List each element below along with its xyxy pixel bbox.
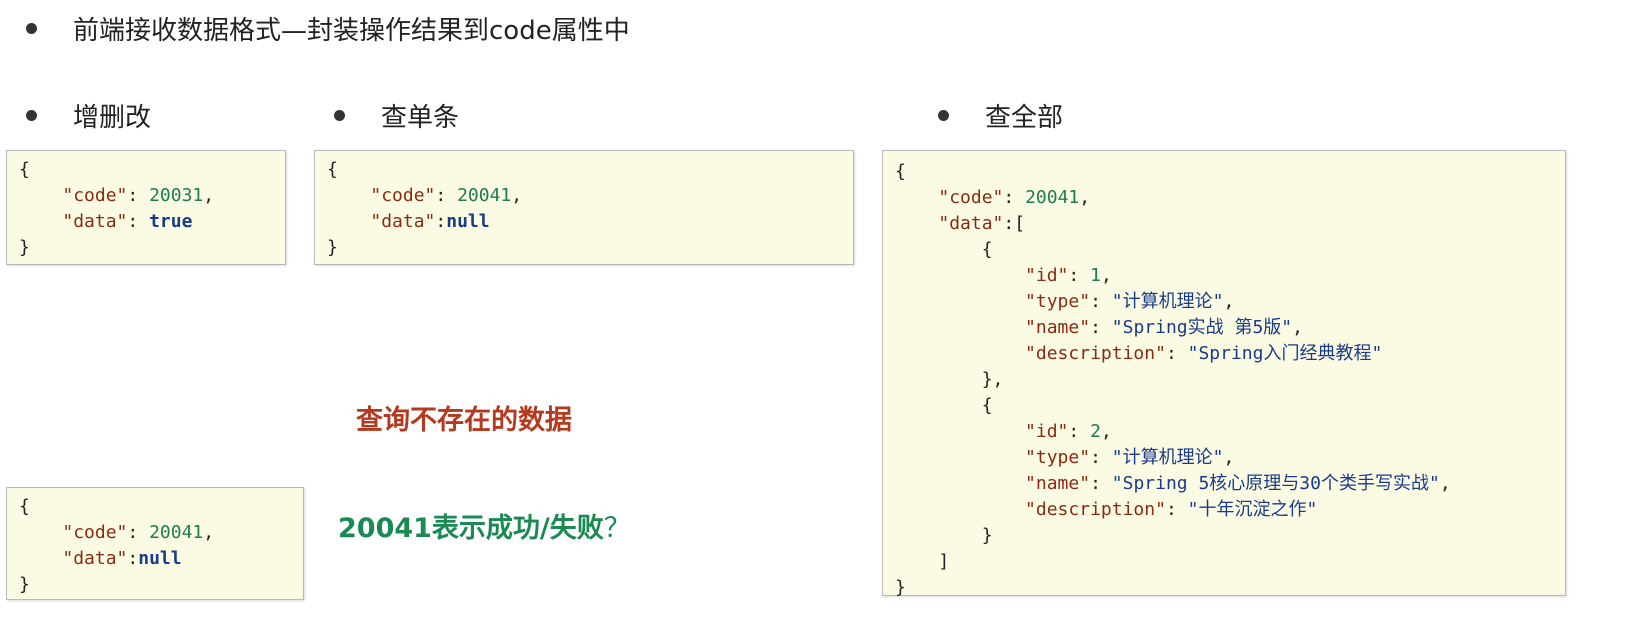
code-line: "id": 2, [1025, 421, 1112, 442]
json-string: "计算机理论" [1111, 447, 1224, 468]
code-line: { [895, 395, 993, 416]
code-line: "data":[ [938, 213, 1026, 234]
page-title: 前端接收数据格式—封装操作结果到code属性中 [26, 10, 630, 47]
json-key: "name" [1025, 473, 1091, 494]
code-line: } [895, 525, 993, 546]
code-line: } [19, 237, 30, 258]
section-heading-get-all: 查全部 [938, 97, 1063, 134]
json-keyword: null [446, 211, 490, 232]
json-key: "code" [938, 187, 1004, 208]
section-heading-get-one: 查单条 [334, 97, 459, 134]
json-key: "type" [1025, 447, 1091, 468]
code-line: "data": true [62, 211, 193, 232]
bullet-icon [26, 110, 37, 121]
code-line: { [327, 159, 338, 180]
code-block-get-one: { "code": 20041, "data":null } [314, 150, 854, 265]
json-number: 2 [1090, 421, 1101, 442]
code-line: "code": 20031, [62, 185, 215, 206]
json-number: 20041 [149, 522, 204, 543]
json-string: "Spring实战 第5版" [1111, 317, 1293, 338]
json-string: "计算机理论" [1111, 291, 1224, 312]
json-key: "description" [1025, 499, 1166, 520]
annotation-question-text: 20041表示成功/失败 [338, 513, 604, 544]
code-line: } [327, 237, 338, 258]
code-line: "code": 20041, [938, 187, 1091, 208]
code-line: "data":null [370, 211, 490, 232]
json-key: "code" [62, 185, 128, 206]
bullet-icon [938, 110, 949, 121]
code-line: "data":null [62, 548, 182, 569]
json-key: "id" [1025, 265, 1069, 286]
bullet-icon [26, 23, 37, 34]
json-key: "id" [1025, 421, 1069, 442]
json-string: "Spring 5核心原理与30个类手写实战" [1111, 473, 1440, 494]
code-line: { [19, 496, 30, 517]
json-key: "data" [62, 211, 128, 232]
code-line: "id": 1, [1025, 265, 1112, 286]
bullet-icon [334, 110, 345, 121]
code-line: } [895, 577, 906, 598]
json-keyword: true [149, 211, 193, 232]
json-key: "data" [370, 211, 436, 232]
code-line: "name": "Spring 5核心原理与30个类手写实战", [1025, 473, 1451, 494]
code-line: ] [895, 551, 950, 572]
section-heading-crud: 增删改 [26, 97, 151, 134]
question-mark: ？ [603, 513, 631, 544]
code-line: "description": "Spring入门经典教程" [1025, 343, 1383, 364]
code-line: "name": "Spring实战 第5版", [1025, 317, 1303, 338]
json-key: "data" [938, 213, 1004, 234]
json-number: 20041 [1025, 187, 1080, 208]
code-line: "description": "十年沉淀之作" [1025, 499, 1318, 520]
json-string: "十年沉淀之作" [1187, 499, 1318, 520]
annotation-query-missing: 查询不存在的数据 [356, 405, 572, 436]
json-key: "data" [62, 548, 128, 569]
json-number: 20031 [149, 185, 204, 206]
code-line: { [19, 159, 30, 180]
code-block-crud: { "code": 20031, "data": true } [6, 150, 286, 265]
json-key: "code" [62, 522, 128, 543]
code-line: } [19, 574, 30, 595]
code-line: }, [895, 369, 1004, 390]
code-block-get-all: { "code": 20041, "data":[ { "id": 1, "ty… [882, 150, 1566, 598]
code-line: "type": "计算机理论", [1025, 291, 1235, 312]
section-heading-text: 增删改 [73, 103, 152, 133]
json-number: 20041 [457, 185, 512, 206]
json-key: "description" [1025, 343, 1166, 364]
page-title-text: 前端接收数据格式—封装操作结果到code属性中 [73, 16, 630, 46]
json-key: "name" [1025, 317, 1091, 338]
code-line: "code": 20041, [370, 185, 523, 206]
code-block-not-found: { "code": 20041, "data":null } [6, 487, 304, 600]
annotation-question: 20041表示成功/失败？ [338, 506, 631, 545]
section-heading-text: 查单条 [381, 103, 460, 133]
json-key: "type" [1025, 291, 1091, 312]
json-keyword: null [138, 548, 182, 569]
code-line: { [895, 239, 993, 260]
code-line: "type": "计算机理论", [1025, 447, 1235, 468]
section-heading-text: 查全部 [985, 103, 1064, 133]
json-key: "code" [370, 185, 436, 206]
code-line: "code": 20041, [62, 522, 215, 543]
code-line: { [895, 161, 906, 182]
json-string: "Spring入门经典教程" [1187, 343, 1383, 364]
json-number: 1 [1090, 265, 1101, 286]
